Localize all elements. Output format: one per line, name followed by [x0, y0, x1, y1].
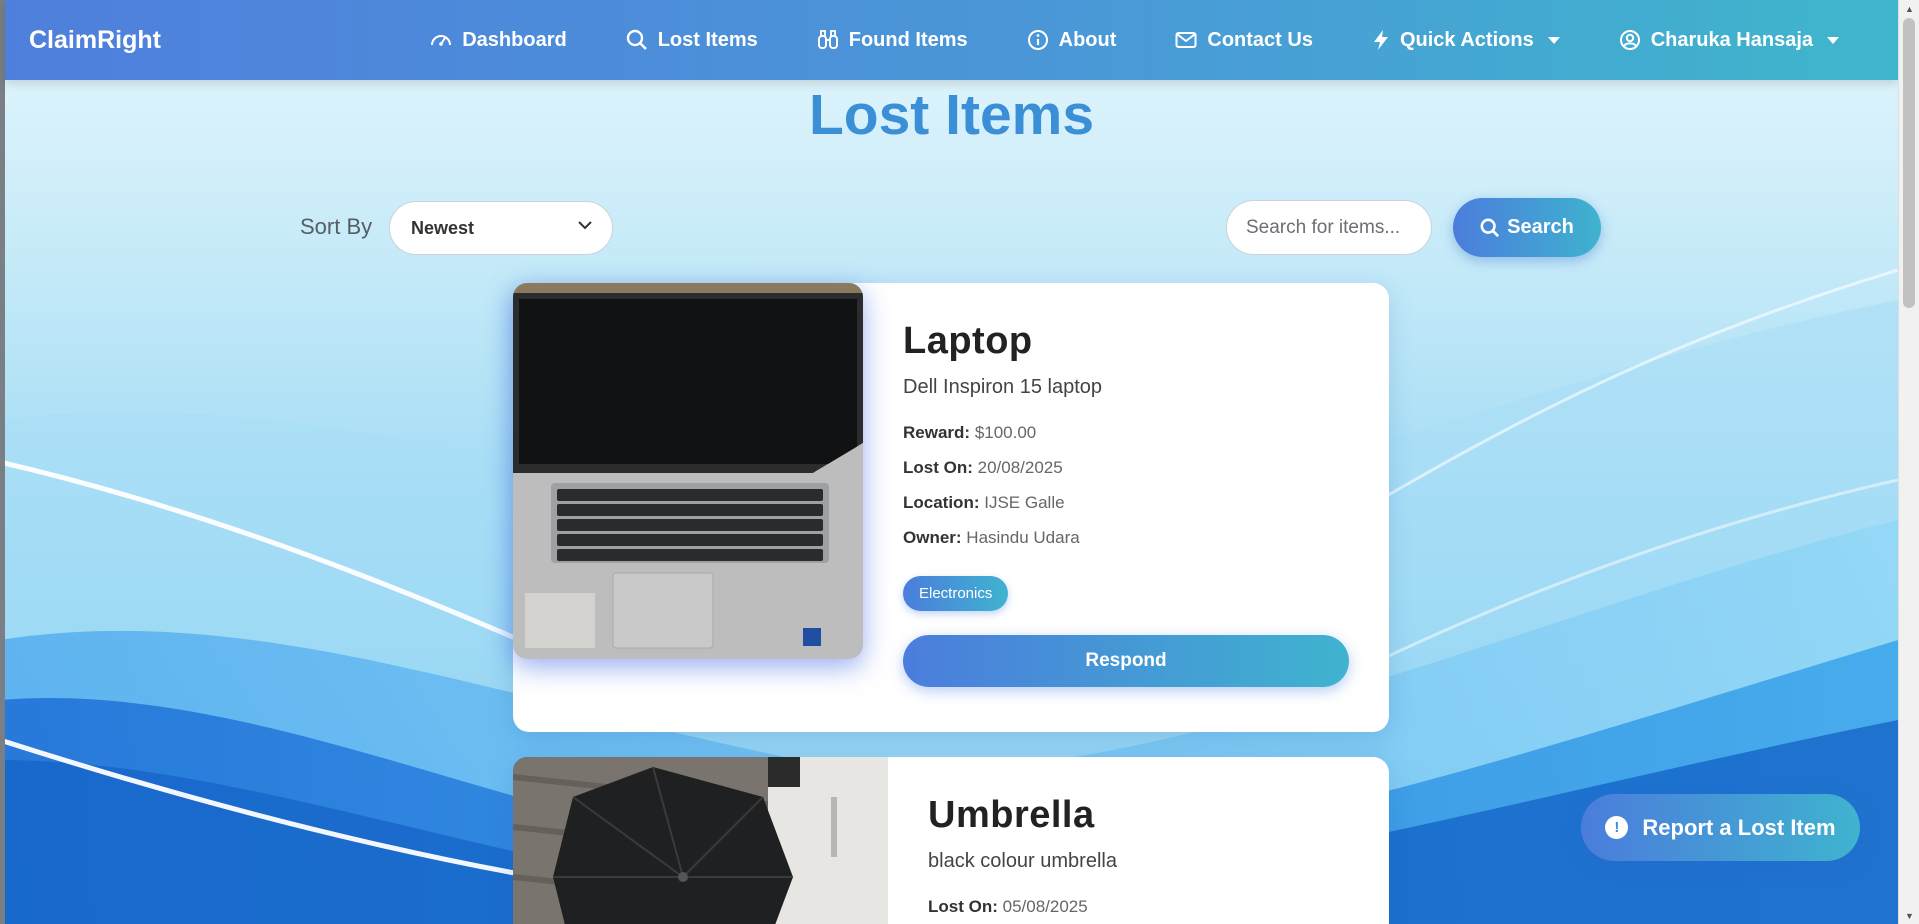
item-title: Umbrella: [928, 794, 1095, 836]
nav-items: Dashboard Lost Items Found Items About C…: [430, 29, 1898, 52]
nav-found-items-label: Found Items: [848, 28, 968, 51]
item-details: Lost On: 05/08/2025: [928, 889, 1368, 924]
item-photo-laptop: [513, 283, 863, 659]
nav-lost-items-label: Lost Items: [657, 28, 758, 51]
search-icon: [1480, 218, 1500, 237]
report-lost-item-button[interactable]: ! Report a Lost Item: [1581, 794, 1860, 861]
nav-quick-actions-label: Quick Actions: [1399, 28, 1534, 51]
page-title: Lost Items: [808, 83, 1095, 147]
nav-lost-items[interactable]: Lost Items: [626, 29, 758, 52]
chevron-down-icon: [1547, 36, 1560, 44]
navbar: ClaimRight Dashboard Lost Items Found It…: [5, 0, 1898, 80]
brand-logo[interactable]: ClaimRight: [29, 26, 394, 55]
scroll-down-arrow-icon[interactable]: ▼: [1899, 907, 1919, 924]
search-button-label: Search: [1507, 216, 1574, 238]
nav-found-items[interactable]: Found Items: [817, 29, 968, 52]
sort-selected-value: Newest: [411, 217, 475, 238]
chevron-down-icon: [578, 221, 592, 230]
lightning-icon: [1373, 30, 1388, 50]
nav-user-name: Charuka Hansaja: [1650, 28, 1813, 51]
item-location: Location: IJSE Galle: [903, 485, 1353, 520]
item-card: Umbrella black colour umbrella Lost On: …: [513, 757, 1389, 924]
lost-on-label: Lost On:: [928, 897, 998, 916]
item-description: Dell Inspiron 15 laptop: [903, 376, 1103, 398]
sort-label: Sort By: [300, 214, 373, 239]
item-reward: Reward: $100.00: [903, 415, 1353, 450]
item-card-body: Umbrella black colour umbrella Lost On: …: [928, 794, 1368, 924]
report-lost-item-label: Report a Lost Item: [1642, 814, 1836, 840]
reward-label: Reward:: [903, 423, 971, 442]
nav-user-menu[interactable]: Charuka Hansaja: [1619, 29, 1839, 52]
lost-on-label: Lost On:: [903, 458, 973, 477]
chevron-down-icon: [1827, 36, 1839, 44]
nav-contact-us[interactable]: Contact Us: [1175, 29, 1313, 52]
scrollbar-thumb[interactable]: [1903, 18, 1915, 308]
nav-about-label: About: [1058, 28, 1117, 51]
lost-on-value: 20/08/2025: [977, 458, 1063, 477]
location-value: IJSE Galle: [984, 493, 1065, 512]
owner-label: Owner:: [903, 528, 962, 547]
category-badge: Electronics: [903, 576, 1009, 611]
item-card-body: Laptop Dell Inspiron 15 laptop Reward: $…: [903, 320, 1353, 687]
item-lost-on: Lost On: 05/08/2025: [928, 889, 1368, 924]
item-title: Laptop: [903, 320, 1033, 362]
item-photo-umbrella: [513, 757, 888, 924]
item-lost-on: Lost On: 20/08/2025: [903, 450, 1353, 485]
owner-value: Hasindu Udara: [966, 528, 1080, 547]
search-icon: [626, 29, 647, 50]
nav-dashboard-label: Dashboard: [462, 28, 567, 51]
nav-about[interactable]: About: [1027, 28, 1117, 52]
nav-dashboard[interactable]: Dashboard: [430, 28, 567, 52]
info-icon: [1027, 30, 1048, 50]
nav-quick-actions[interactable]: Quick Actions: [1372, 29, 1560, 52]
binoculars-icon: [817, 30, 838, 49]
sort-select[interactable]: Newest: [389, 201, 613, 255]
reward-value: $100.00: [974, 423, 1037, 442]
nav-contact-us-label: Contact Us: [1207, 28, 1313, 51]
location-label: Location:: [903, 493, 980, 512]
item-card: Laptop Dell Inspiron 15 laptop Reward: $…: [513, 283, 1389, 732]
item-owner: Owner: Hasindu Udara: [903, 520, 1353, 555]
item-description: black colour umbrella: [928, 850, 1117, 872]
scroll-up-arrow-icon[interactable]: ▲: [1899, 0, 1919, 17]
scrollbar[interactable]: ▲ ▼: [1898, 0, 1919, 924]
user-circle-icon: [1619, 30, 1640, 50]
lost-on-value: 05/08/2025: [1002, 897, 1088, 916]
exclamation-icon: !: [1605, 816, 1629, 839]
search-input[interactable]: [1226, 200, 1432, 255]
item-details: Reward: $100.00 Lost On: 20/08/2025 Loca…: [903, 415, 1353, 555]
envelope-icon: [1175, 32, 1197, 48]
respond-button[interactable]: Respond: [903, 635, 1349, 687]
search-button[interactable]: Search: [1453, 198, 1601, 257]
dashboard-icon: [431, 35, 452, 46]
